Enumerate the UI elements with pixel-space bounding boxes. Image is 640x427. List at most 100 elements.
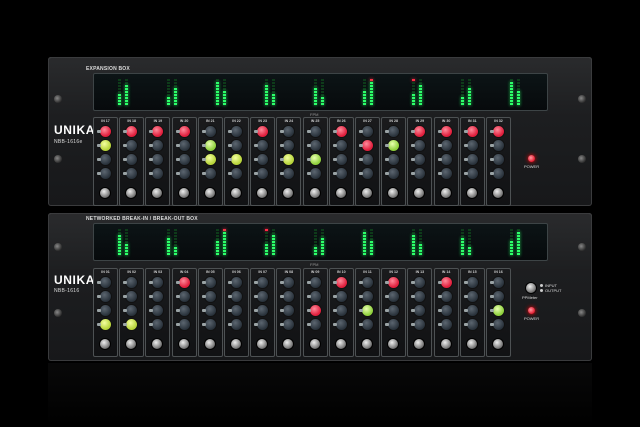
channel-button[interactable] <box>123 130 128 133</box>
channel-knob[interactable] <box>152 154 164 165</box>
channel-button[interactable] <box>411 130 416 133</box>
channel-button[interactable] <box>228 144 232 147</box>
channel-knob[interactable] <box>414 126 426 137</box>
channel-knob[interactable] <box>493 319 504 330</box>
channel-button[interactable] <box>359 144 363 147</box>
channel-knob[interactable] <box>283 291 295 302</box>
channel-knob[interactable] <box>257 291 269 302</box>
channel-knob[interactable] <box>362 277 373 288</box>
channel-button[interactable] <box>332 295 337 298</box>
channel-knob[interactable] <box>126 319 138 330</box>
channel-button[interactable] <box>97 295 101 298</box>
channel-button[interactable] <box>254 158 259 161</box>
channel-knob[interactable] <box>362 291 373 302</box>
channel-button[interactable] <box>280 295 285 298</box>
channel-button[interactable] <box>175 130 180 133</box>
channel-knob[interactable] <box>309 291 321 302</box>
channel-button[interactable] <box>437 295 442 298</box>
channel-button[interactable] <box>306 144 311 147</box>
channel-knob[interactable] <box>100 291 111 302</box>
channel-button[interactable] <box>149 172 154 175</box>
channel-knob[interactable] <box>204 168 216 179</box>
channel-button[interactable] <box>332 144 337 147</box>
channel-knob[interactable] <box>440 126 452 137</box>
channel-knob[interactable] <box>126 168 138 179</box>
channel-button[interactable] <box>306 323 311 326</box>
gain-knob[interactable] <box>466 188 477 198</box>
channel-button[interactable] <box>437 144 442 147</box>
channel-knob[interactable] <box>493 140 504 151</box>
gain-knob[interactable] <box>440 188 451 198</box>
channel-knob[interactable] <box>178 305 190 316</box>
channel-button[interactable] <box>385 323 390 326</box>
channel-knob[interactable] <box>309 305 321 316</box>
gain-knob[interactable] <box>100 339 110 349</box>
channel-knob[interactable] <box>388 291 400 302</box>
channel-button[interactable] <box>306 130 311 133</box>
channel-button[interactable] <box>359 309 363 312</box>
channel-button[interactable] <box>175 309 180 312</box>
channel-button[interactable] <box>463 158 468 161</box>
channel-button[interactable] <box>254 144 259 147</box>
channel-knob[interactable] <box>466 168 478 179</box>
gain-knob[interactable] <box>414 188 425 198</box>
channel-button[interactable] <box>411 144 416 147</box>
channel-knob[interactable] <box>231 291 242 302</box>
channel-button[interactable] <box>332 281 337 284</box>
channel-button[interactable] <box>411 295 416 298</box>
channel-knob[interactable] <box>283 277 295 288</box>
channel-knob[interactable] <box>466 291 478 302</box>
channel-knob[interactable] <box>178 168 190 179</box>
channel-knob[interactable] <box>388 305 400 316</box>
channel-knob[interactable] <box>152 126 164 137</box>
channel-button[interactable] <box>228 130 232 133</box>
channel-button[interactable] <box>332 158 337 161</box>
channel-button[interactable] <box>201 158 206 161</box>
channel-knob[interactable] <box>466 154 478 165</box>
channel-button[interactable] <box>254 295 259 298</box>
channel-button[interactable] <box>463 130 468 133</box>
gain-knob[interactable] <box>414 339 425 349</box>
channel-button[interactable] <box>201 172 206 175</box>
channel-knob[interactable] <box>309 277 321 288</box>
channel-button[interactable] <box>359 158 363 161</box>
channel-button[interactable] <box>411 172 416 175</box>
channel-knob[interactable] <box>204 154 216 165</box>
channel-knob[interactable] <box>257 168 269 179</box>
channel-knob[interactable] <box>152 140 164 151</box>
channel-knob[interactable] <box>362 168 373 179</box>
channel-knob[interactable] <box>178 319 190 330</box>
channel-button[interactable] <box>123 281 128 284</box>
channel-knob[interactable] <box>493 305 504 316</box>
channel-knob[interactable] <box>362 154 373 165</box>
channel-knob[interactable] <box>414 140 426 151</box>
channel-button[interactable] <box>280 323 285 326</box>
channel-knob[interactable] <box>231 154 242 165</box>
channel-button[interactable] <box>280 281 285 284</box>
channel-knob[interactable] <box>466 126 478 137</box>
channel-knob[interactable] <box>204 140 216 151</box>
channel-button[interactable] <box>463 323 468 326</box>
channel-button[interactable] <box>175 144 180 147</box>
channel-button[interactable] <box>332 309 337 312</box>
channel-button[interactable] <box>411 158 416 161</box>
channel-button[interactable] <box>97 172 101 175</box>
channel-button[interactable] <box>280 158 285 161</box>
gain-knob[interactable] <box>335 339 346 349</box>
channel-button[interactable] <box>254 172 259 175</box>
channel-knob[interactable] <box>440 154 452 165</box>
channel-knob[interactable] <box>493 154 504 165</box>
channel-button[interactable] <box>332 323 337 326</box>
channel-knob[interactable] <box>231 126 242 137</box>
channel-knob[interactable] <box>335 168 347 179</box>
channel-knob[interactable] <box>335 126 347 137</box>
channel-button[interactable] <box>201 281 206 284</box>
channel-button[interactable] <box>385 172 390 175</box>
channel-button[interactable] <box>123 172 128 175</box>
channel-knob[interactable] <box>335 277 347 288</box>
channel-knob[interactable] <box>414 168 426 179</box>
channel-button[interactable] <box>280 144 285 147</box>
channel-button[interactable] <box>254 130 259 133</box>
channel-knob[interactable] <box>414 319 426 330</box>
ppmeter-selector-knob[interactable] <box>526 283 536 293</box>
